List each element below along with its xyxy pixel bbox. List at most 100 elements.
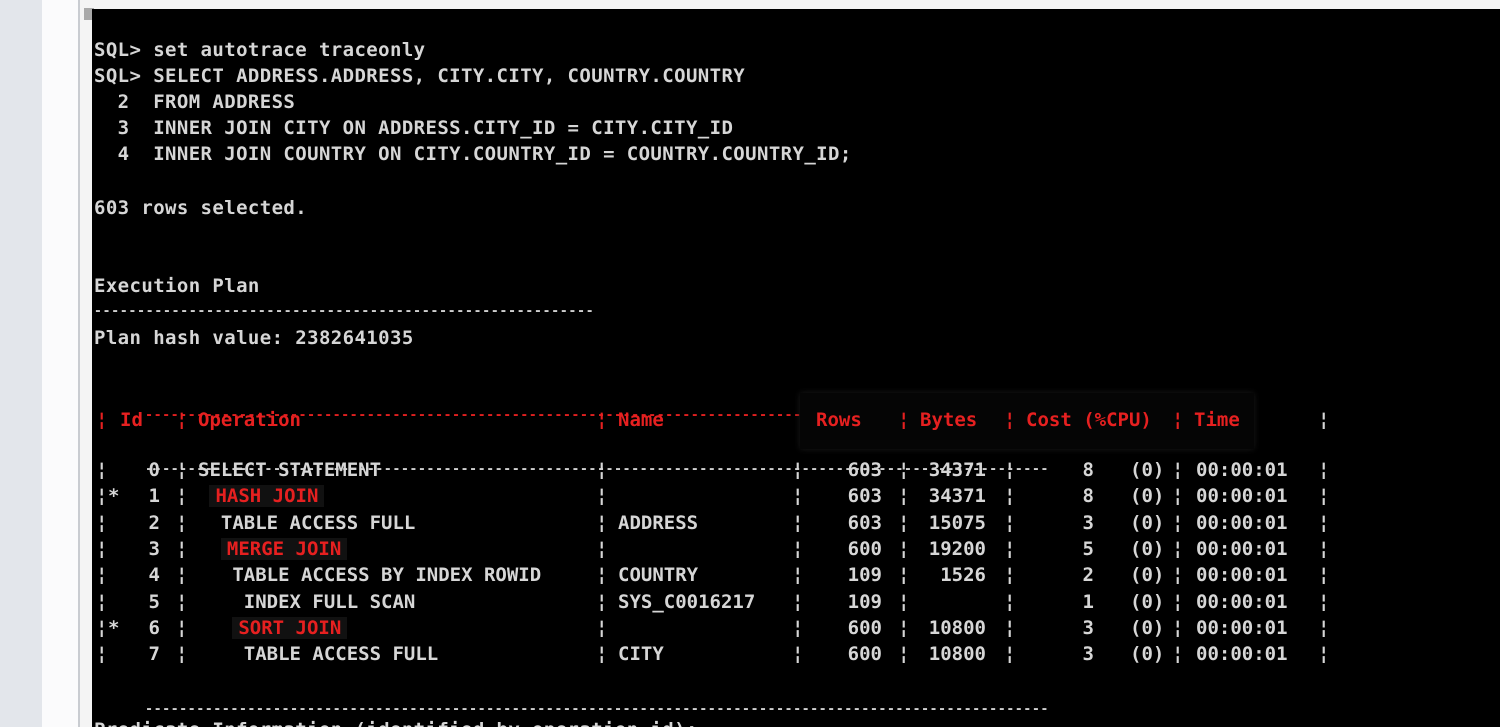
column-separator: ¦ [1004, 538, 1016, 560]
header-bytes: Bytes [920, 409, 978, 431]
row-id: 6 [148, 617, 160, 639]
operation-text: TABLE ACCESS FULL [220, 512, 416, 534]
row-operation: TABLE ACCESS BY INDEX ROWID [198, 562, 541, 588]
row-bytes: 19200 [928, 538, 986, 560]
column-separator: ¦ [1004, 564, 1016, 586]
column-separator: ¦ [1318, 512, 1330, 534]
column-separator: ¦ [1172, 564, 1184, 586]
column-separator: ¦ [1318, 485, 1330, 507]
row-id: 7 [148, 643, 160, 665]
console-line: SQL> SELECT ADDRESS.ADDRESS, CITY.CITY, … [94, 65, 746, 87]
join-operation-highlight: MERGE JOIN [220, 538, 348, 560]
header-name: Name [618, 409, 664, 431]
plan-row: ¦ 5 ¦ INDEX FULL SCAN ¦ SYS_C0016217 ¦ 109 ¦ ¦ 1 (… [94, 589, 1394, 615]
row-time: 00:00:01 [1196, 643, 1288, 665]
join-operation-highlight: SORT JOIN [232, 617, 348, 639]
header-rows: Rows [816, 409, 862, 431]
column-separator: ¦ [176, 485, 188, 507]
row-cpu: (0) [1130, 485, 1165, 507]
column-separator: ¦ [898, 617, 910, 639]
row-operation: MERGE JOIN [198, 536, 348, 562]
row-rows: 600 [847, 643, 882, 665]
plan-row: ¦ * 1 ¦ HASH JOIN ¦ ¦ 603 ¦ 34371 ¦ 8 (0) ¦ 00:00:01 ¦ [94, 483, 1394, 509]
column-separator: ¦ [96, 512, 108, 534]
column-separator: ¦ [898, 538, 910, 560]
column-separator: ¦ [596, 512, 608, 534]
predicate-information-heading: Predicate Information (identified by ope… [94, 717, 698, 727]
row-cost: 1 [1082, 591, 1094, 613]
row-name: CITY [618, 643, 664, 665]
column-separator: ¦ [1172, 538, 1184, 560]
column-separator: ¦ [596, 485, 608, 507]
column-separator: ¦ [176, 512, 188, 534]
row-cost: 3 [1082, 512, 1094, 534]
column-separator: ¦ [792, 591, 804, 613]
column-separator: ¦ [1004, 485, 1016, 507]
column-separator: ¦ [898, 485, 910, 507]
header-cost: Cost (%CPU) [1026, 409, 1152, 431]
row-cost: 8 [1082, 459, 1094, 481]
row-cpu: (0) [1130, 643, 1165, 665]
column-separator: ¦ [1172, 591, 1184, 613]
column-separator: ¦ [1004, 617, 1016, 639]
row-cpu: (0) [1130, 538, 1165, 560]
row-time: 00:00:01 [1196, 564, 1288, 586]
column-separator: ¦ [176, 643, 188, 665]
column-separator: ¦ [96, 538, 108, 560]
row-cpu: (0) [1130, 617, 1165, 639]
row-operation: INDEX FULL SCAN [198, 589, 416, 615]
operation-text: INDEX FULL SCAN [243, 591, 416, 613]
column-separator: ¦ [792, 538, 804, 560]
column-separator: ¦ [1318, 591, 1330, 613]
column-separator: ¦ [792, 512, 804, 534]
header-id: Id [120, 409, 143, 431]
column-separator: ¦ [1318, 538, 1330, 560]
sqlplus-console[interactable]: SQL> set autotrace traceonly SQL> SELECT… [92, 9, 1500, 727]
row-bytes: 15075 [928, 512, 986, 534]
column-separator: ¦ [596, 459, 608, 481]
console-line: 2 FROM ADDRESS [94, 91, 296, 113]
row-cost: 5 [1082, 538, 1094, 560]
row-cpu: (0) [1130, 459, 1165, 481]
column-separator: ¦ [898, 564, 910, 586]
plan-row: ¦ 0 ¦ SELECT STATEMENT ¦ ¦ 603 ¦ 34371 ¦ 8 (0) ¦ 00:0… [94, 457, 1394, 483]
console-line: SQL> set autotrace traceonly [94, 39, 426, 61]
column-separator: ¦ [176, 564, 188, 586]
column-separator: ¦ [1004, 643, 1016, 665]
column-separator: ¦ [792, 617, 804, 639]
plan-row: ¦ 4 ¦ TABLE ACCESS BY INDEX ROWID ¦ COUNTRY ¦… [94, 562, 1394, 588]
plan-hash-value: Plan hash value: 2382641035 [94, 327, 414, 349]
row-rows: 109 [847, 564, 882, 586]
column-separator: ¦ [898, 459, 910, 481]
screen: SQL> set autotrace traceonly SQL> SELECT… [0, 0, 1500, 727]
column-separator: ¦ [176, 617, 188, 639]
plan-row: ¦ 3 ¦ MERGE JOIN ¦ ¦ 600 ¦ 19200 ¦ 5 (0) ¦ 00:00:01 ¦ [94, 536, 1394, 562]
row-bytes: 34371 [928, 459, 986, 481]
column-separator: ¦ [96, 591, 108, 613]
row-name: ADDRESS [618, 512, 699, 534]
column-separator: ¦ [596, 564, 608, 586]
column-separator: ¦ [1004, 512, 1016, 534]
column-separator: ¦ [1004, 459, 1016, 481]
column-separator: ¦ [96, 617, 108, 639]
column-separator: ¦ [1004, 591, 1016, 613]
table-header-rule: ----------------------------------------… [145, 462, 1050, 477]
row-time: 00:00:01 [1196, 538, 1288, 560]
row-time: 00:00:01 [1196, 485, 1288, 507]
plan-row: ¦ 7 ¦ TABLE ACCESS FULL ¦ CITY ¦ 600 ¦ 10800 ¦ 3 (0… [94, 641, 1394, 667]
row-time: 00:00:01 [1196, 591, 1288, 613]
console-line: 4 INNER JOIN COUNTRY ON CITY.COUNTRY_ID … [94, 143, 852, 165]
column-separator: ¦ [1318, 564, 1330, 586]
table-bottom-rule: ----------------------------------------… [145, 702, 1050, 717]
column-separator: ¦ [96, 564, 108, 586]
row-flag: * [108, 485, 120, 507]
row-operation: HASH JOIN [198, 483, 325, 509]
row-id: 4 [148, 564, 160, 586]
column-separator: ¦ [1172, 617, 1184, 639]
row-bytes: 34371 [928, 485, 986, 507]
column-separator: ¦ [1172, 459, 1184, 481]
rows-selected-message: 603 rows selected. [94, 197, 308, 219]
row-bytes: 1526 [940, 564, 986, 586]
row-cost: 3 [1082, 643, 1094, 665]
row-cost: 8 [1082, 485, 1094, 507]
